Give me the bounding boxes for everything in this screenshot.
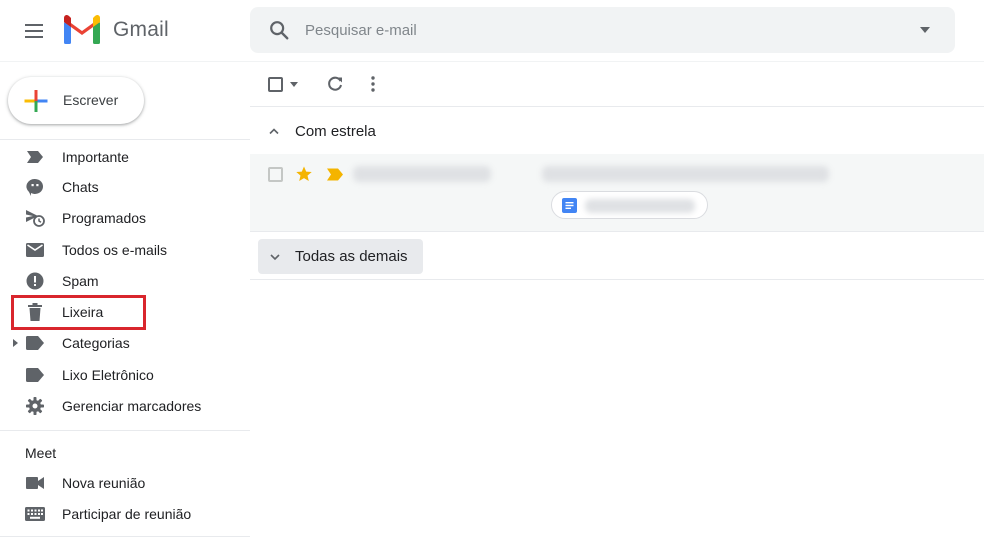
- video-icon: [25, 473, 45, 493]
- more-options-icon[interactable]: [370, 75, 376, 93]
- sidebar: Escrever Importante Chats Programados To…: [0, 62, 250, 538]
- attachment-chip[interactable]: [551, 191, 708, 219]
- sidebar-item-label: Gerenciar marcadores: [62, 398, 202, 414]
- sidebar-item-label: Programados: [62, 210, 147, 226]
- select-options-dropdown-icon[interactable]: [290, 82, 298, 88]
- sidebar-item-categories[interactable]: Categorias: [0, 329, 250, 357]
- sidebar-item-chats[interactable]: Chats: [0, 173, 250, 201]
- meet-item-label: Nova reunião: [62, 475, 146, 491]
- sidebar-item-spam[interactable]: Spam: [0, 267, 250, 295]
- meet-new-meeting[interactable]: Nova reunião: [0, 469, 250, 497]
- section-divider: [250, 279, 984, 280]
- important-marker-icon[interactable]: [326, 168, 344, 181]
- sidebar-divider: [0, 430, 250, 431]
- sidebar-item-label: Spam: [62, 273, 99, 289]
- sidebar-item-junk-label[interactable]: Lixo Eletrônico: [0, 361, 250, 389]
- expand-arrow-icon[interactable]: [11, 338, 19, 348]
- compose-label: Escrever: [63, 92, 119, 108]
- starred-section-header[interactable]: Com estrela: [250, 108, 984, 154]
- others-section-header[interactable]: Todas as demais: [258, 239, 423, 274]
- meet-section-title: Meet: [25, 445, 57, 461]
- gear-icon: [25, 396, 45, 416]
- blurred-subject: [542, 166, 829, 182]
- sidebar-item-label: Categorias: [62, 335, 130, 351]
- sidebar-divider: [0, 536, 250, 537]
- sidebar-item-manage-labels[interactable]: Gerenciar marcadores: [0, 392, 250, 420]
- sidebar-item-important[interactable]: Importante: [0, 143, 250, 171]
- sidebar-item-all-mail[interactable]: Todos os e-mails: [0, 236, 250, 264]
- mail-toolbar: [250, 62, 984, 107]
- sidebar-item-label: Lixeira: [62, 304, 104, 320]
- email-row[interactable]: [250, 154, 984, 232]
- blurred-attachment-name: [585, 199, 695, 213]
- mail-list-pane: Com estrela Todas as demais: [250, 62, 984, 538]
- meet-item-label: Participar de reunião: [62, 506, 192, 522]
- blurred-sender: [353, 166, 491, 182]
- menu-line: [25, 24, 43, 26]
- sidebar-item-label: Chats: [62, 179, 99, 195]
- sidebar-item-label: Todos os e-mails: [62, 242, 168, 258]
- section-title: Com estrela: [295, 123, 376, 140]
- section-title: Todas as demais: [295, 248, 408, 265]
- meet-join-meeting[interactable]: Participar de reunião: [0, 500, 250, 528]
- trash-icon: [25, 302, 45, 322]
- compose-plus-icon: [24, 90, 48, 112]
- keyboard-icon: [25, 504, 45, 524]
- compose-button[interactable]: Escrever: [8, 77, 144, 124]
- search-icon[interactable]: [268, 19, 290, 41]
- chevron-down-icon: [270, 254, 280, 261]
- gmail-logo-icon[interactable]: [62, 14, 102, 46]
- chevron-up-icon: [269, 128, 279, 135]
- sidebar-item-trash[interactable]: Lixeira: [0, 298, 250, 326]
- sidebar-item-label: Lixo Eletrônico: [62, 367, 154, 383]
- menu-line: [25, 30, 43, 32]
- star-icon[interactable]: [295, 165, 313, 183]
- mail-icon: [25, 240, 45, 260]
- sidebar-item-label: Importante: [62, 149, 129, 165]
- document-icon: [562, 198, 577, 213]
- menu-line: [25, 36, 43, 38]
- main-menu-button[interactable]: [22, 18, 48, 44]
- chat-icon: [25, 177, 45, 197]
- app-title: Gmail: [113, 18, 169, 41]
- app-header: Gmail: [0, 0, 984, 62]
- row-checkbox[interactable]: [268, 167, 283, 182]
- spam-icon: [25, 271, 45, 291]
- label-icon: [25, 333, 45, 353]
- search-bar: [250, 7, 955, 53]
- sidebar-item-scheduled[interactable]: Programados: [0, 204, 250, 232]
- label-important-icon: [25, 147, 45, 167]
- search-options-dropdown-icon[interactable]: [916, 23, 934, 37]
- refresh-icon[interactable]: [326, 75, 344, 93]
- scheduled-icon: [25, 208, 45, 228]
- label-icon: [25, 365, 45, 385]
- search-input[interactable]: [305, 19, 865, 41]
- sidebar-divider: [0, 139, 250, 140]
- select-all-checkbox[interactable]: [268, 77, 283, 92]
